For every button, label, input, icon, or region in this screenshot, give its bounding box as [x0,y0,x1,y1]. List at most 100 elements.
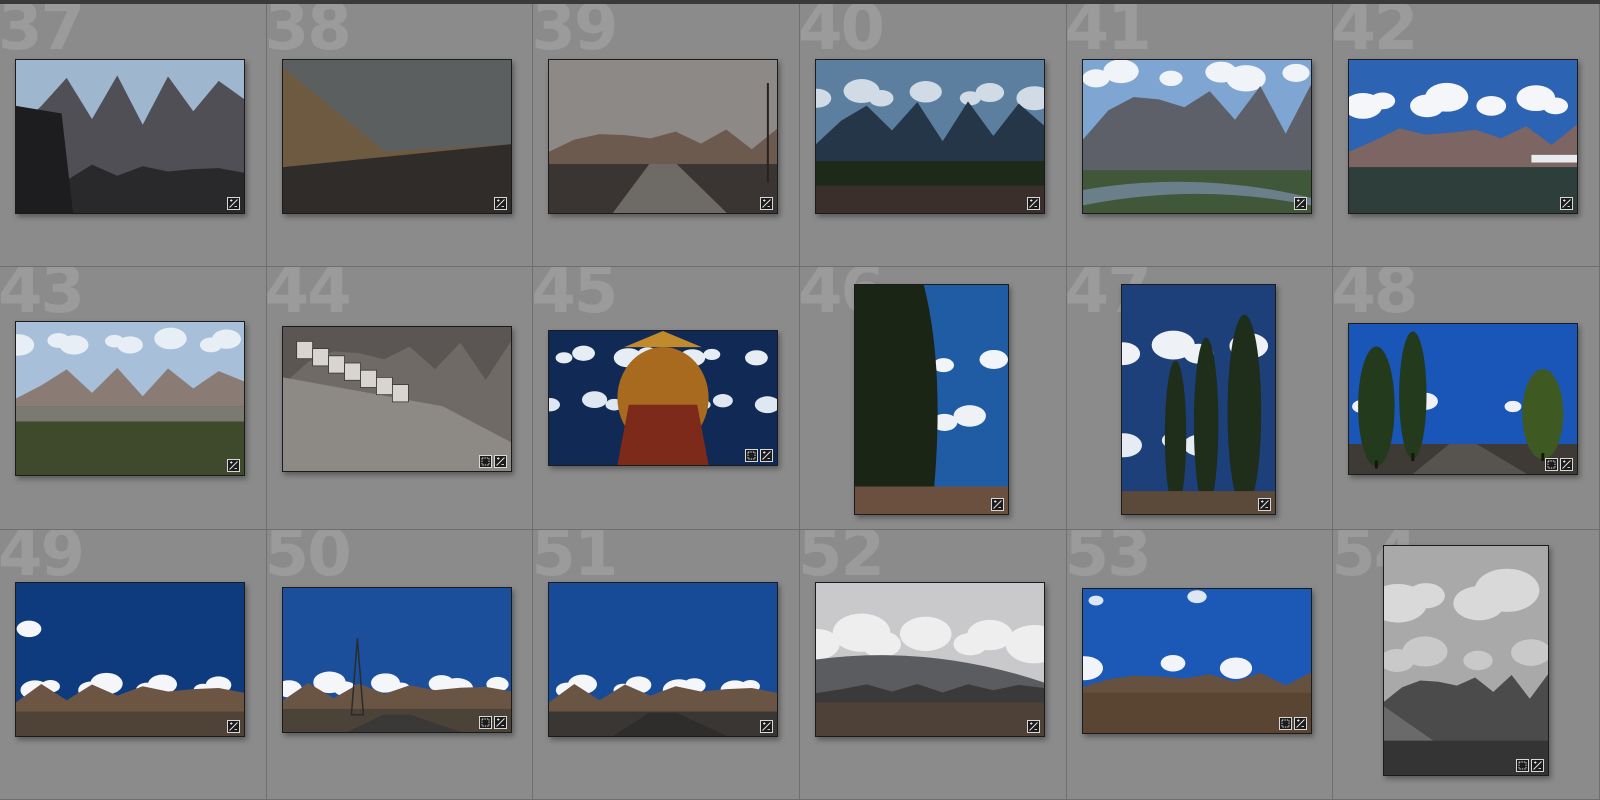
photo-image [549,331,778,465]
photo-thumbnail[interactable] [15,321,245,476]
crop-badge-icon[interactable] [1516,759,1530,772]
thumbnail-badges [745,449,774,462]
cell-index-number: 37 [0,4,85,65]
thumbnail-badges [1278,717,1307,730]
cell-index-number: 50 [266,530,352,591]
thumbnail-badges [1545,458,1574,471]
grid-cell-37[interactable]: 37 [0,4,267,267]
develop-adjustments-icon[interactable] [227,459,240,472]
photo-thumbnail[interactable] [1081,59,1312,214]
grid-cell-49[interactable]: 49 [0,530,267,800]
grid-cell-52[interactable]: 52 [799,530,1067,800]
develop-adjustments-icon[interactable] [1257,498,1271,511]
grid-cell-53[interactable]: 53 [1066,530,1334,800]
cell-index-number: 49 [0,530,85,591]
crop-badge-icon[interactable] [478,455,492,468]
crop-badge-icon[interactable] [1278,717,1292,730]
photo-image [282,327,511,471]
photo-thumbnail[interactable] [814,582,1045,737]
photo-image [1349,324,1578,474]
develop-adjustments-icon[interactable] [760,449,774,462]
photo-thumbnail[interactable] [15,582,245,737]
thumbnail-badges [1293,197,1307,210]
grid-cell-47[interactable]: 47 [1066,267,1334,530]
thumbnail-badges [990,498,1004,511]
thumbnail-badges [1026,720,1040,733]
thumbnail-badges [227,720,240,733]
thumbnail-badges [1560,197,1574,210]
grid-cell-38[interactable]: 38 [266,4,534,267]
develop-adjustments-icon[interactable] [227,197,240,210]
photo-image [16,322,244,475]
grid-cell-50[interactable]: 50 [266,530,534,800]
thumbnail-badges [1257,498,1271,511]
grid-cell-42[interactable]: 42 [1333,4,1600,267]
grid-cell-54[interactable]: 54 [1333,530,1600,800]
thumbnail-badges [478,455,507,468]
photo-thumbnail[interactable] [548,582,779,737]
develop-adjustments-icon[interactable] [760,197,774,210]
grid-cell-41[interactable]: 41 [1066,4,1334,267]
develop-adjustments-icon[interactable] [493,455,507,468]
cell-index-number: 40 [799,4,885,65]
develop-adjustments-icon[interactable] [1560,197,1574,210]
photo-image [16,583,244,736]
grid-cell-43[interactable]: 43 [0,267,267,530]
develop-adjustments-icon[interactable] [1026,197,1040,210]
photo-image [1121,285,1275,514]
photo-thumbnail[interactable] [548,330,779,466]
photo-image [16,60,244,213]
cell-index-number: 42 [1333,4,1418,65]
develop-adjustments-icon[interactable] [1560,458,1574,471]
develop-adjustments-icon[interactable] [1026,720,1040,733]
cell-index-number: 45 [533,267,618,328]
photo-thumbnail[interactable] [1383,545,1550,776]
cell-index-number: 38 [266,4,352,65]
photo-thumbnail[interactable] [1348,59,1579,214]
photo-image [1349,60,1578,213]
thumbnail-badges [1516,759,1545,772]
grid-cell-48[interactable]: 48 [1333,267,1600,530]
grid-cell-40[interactable]: 40 [799,4,1067,267]
develop-adjustments-icon[interactable] [760,720,774,733]
cell-index-number: 44 [266,267,352,328]
cell-index-number: 39 [533,4,618,65]
thumbnail-badges [493,197,507,210]
grid-cell-39[interactable]: 39 [533,4,800,267]
grid-cell-51[interactable]: 51 [533,530,800,800]
thumbnail-badges [227,197,240,210]
photo-thumbnail[interactable] [281,59,512,214]
photo-image [549,60,778,213]
develop-adjustments-icon[interactable] [1293,717,1307,730]
photo-thumbnail[interactable] [853,284,1009,515]
crop-badge-icon[interactable] [478,716,492,729]
photo-thumbnail[interactable] [1081,588,1312,734]
develop-adjustments-icon[interactable] [493,197,507,210]
grid-cell-45[interactable]: 45 [533,267,800,530]
cell-index-number: 43 [0,267,85,328]
photo-thumbnail[interactable] [1120,284,1276,515]
photo-image [1082,589,1311,733]
photo-thumbnail[interactable] [281,326,512,472]
grid-cell-44[interactable]: 44 [266,267,534,530]
cell-index-number: 51 [533,530,618,591]
photo-image [815,583,1044,736]
photo-thumbnail[interactable] [548,59,779,214]
crop-badge-icon[interactable] [745,449,759,462]
photo-thumbnail[interactable] [281,587,512,733]
photo-image [1384,546,1549,775]
photo-image [282,588,511,732]
grid-cell-46[interactable]: 46 [799,267,1067,530]
develop-adjustments-icon[interactable] [227,720,240,733]
thumbnail-badges [478,716,507,729]
photo-thumbnail[interactable] [1348,323,1579,475]
develop-adjustments-icon[interactable] [493,716,507,729]
photo-thumbnail[interactable] [15,59,245,214]
develop-adjustments-icon[interactable] [1293,197,1307,210]
crop-badge-icon[interactable] [1545,458,1559,471]
develop-adjustments-icon[interactable] [990,498,1004,511]
photo-image [1082,60,1311,213]
develop-adjustments-icon[interactable] [1531,759,1545,772]
photo-thumbnail[interactable] [814,59,1045,214]
cell-index-number: 48 [1333,267,1418,328]
